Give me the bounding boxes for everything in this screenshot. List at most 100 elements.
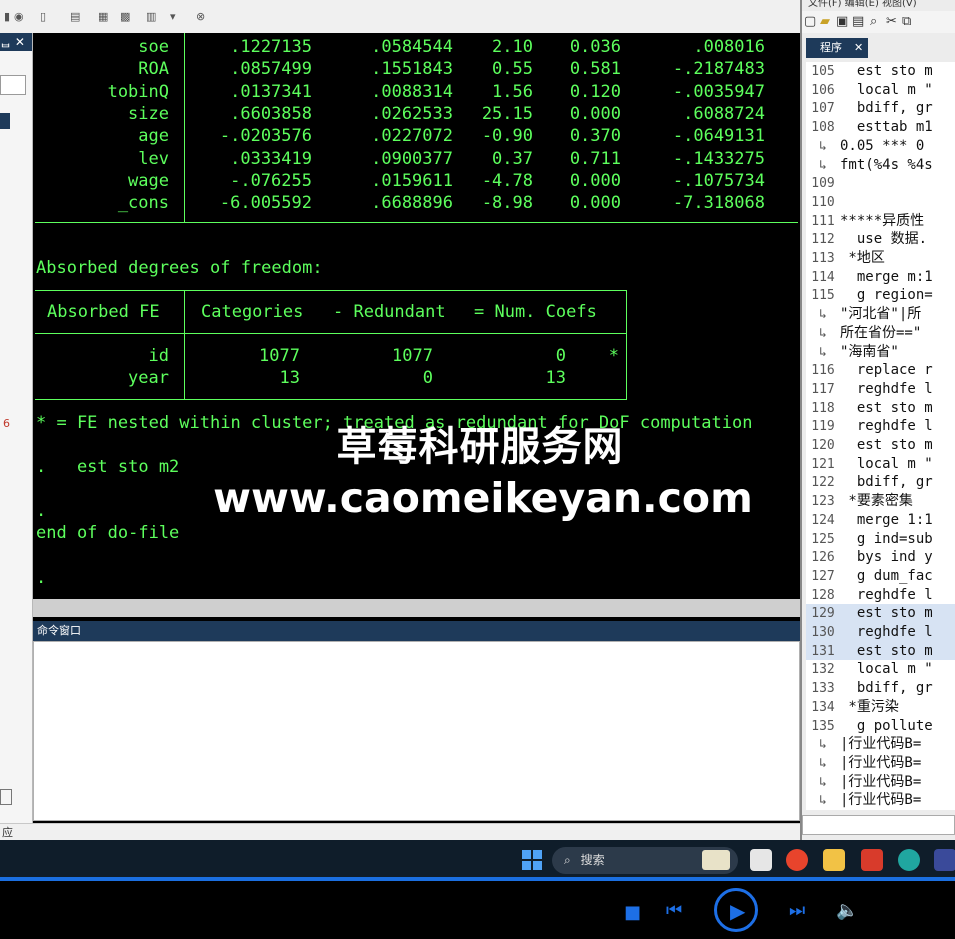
line-number: ↳ — [819, 138, 827, 154]
code-line[interactable]: 134 *重污染 — [806, 698, 955, 717]
coef-cell-var: wage — [128, 170, 169, 191]
play-button[interactable]: ▶ — [714, 888, 758, 932]
code-line[interactable]: ↳ fmt(%4s %4s — [806, 156, 955, 175]
line-text: local m " — [840, 661, 933, 678]
doc-icon[interactable]: ▤ — [70, 10, 84, 26]
coef-cell-p: 0.711 — [569, 148, 621, 169]
code-line[interactable]: 111 *****异质性 — [806, 212, 955, 231]
chrome-icon[interactable] — [786, 849, 808, 871]
copy-icon[interactable]: ⧉ — [902, 14, 911, 29]
save-icon[interactable]: ▣ — [836, 14, 848, 29]
find-icon[interactable]: ⌕ — [870, 14, 877, 29]
code-line[interactable]: 118 est sto m — [806, 399, 955, 418]
data-editor-icon[interactable]: ▥ — [146, 10, 160, 26]
close-icon[interactable]: ✕ — [854, 38, 863, 58]
coef-cell-p: 0.036 — [569, 37, 621, 57]
code-line[interactable]: 130 reghdfe l — [806, 623, 955, 642]
code-line[interactable]: 113 *地区 — [806, 249, 955, 268]
new-file-icon[interactable]: ▢ — [804, 14, 816, 29]
file-explorer-icon[interactable] — [823, 849, 845, 871]
code-line[interactable]: 106 local m " — [806, 81, 955, 100]
task-view-icon[interactable] — [750, 849, 772, 871]
stata-taskbar-icon[interactable] — [934, 849, 955, 871]
code-line[interactable]: 114 merge m:1 — [806, 268, 955, 287]
command-input[interactable] — [33, 641, 800, 821]
code-line[interactable]: 126 bys ind y — [806, 548, 955, 567]
more-icon[interactable]: ▾ — [170, 10, 184, 26]
code-line[interactable]: 117 reghdfe l — [806, 380, 955, 399]
code-line[interactable]: 110 — [806, 193, 955, 212]
break-icon[interactable]: ⊗ — [196, 10, 210, 26]
code-line[interactable]: 133 bdiff, gr — [806, 679, 955, 698]
code-line[interactable]: 107 bdiff, gr — [806, 99, 955, 118]
editor-tab[interactable]: 程序 ✕ — [806, 38, 868, 58]
code-line[interactable]: 135 g pollute — [806, 717, 955, 736]
line-text: merge 1:1 — [840, 511, 933, 528]
editor-menubar[interactable]: 文件(F) 编辑(E) 视图(V) — [808, 0, 955, 10]
line-text: est sto m — [840, 437, 933, 453]
editor-hscrollbar[interactable] — [802, 815, 955, 835]
pdf-reader-icon[interactable] — [861, 849, 883, 871]
line-text: reghdfe l — [840, 586, 933, 603]
line-text: 所在省份==" — [840, 324, 922, 341]
edge-icon[interactable] — [898, 849, 920, 871]
graph-icon[interactable]: ▯ — [40, 10, 54, 26]
code-line[interactable]: 121 local m " — [806, 455, 955, 474]
line-number: ↳ — [819, 793, 827, 809]
code-line[interactable]: ↳ |行业代码B= — [806, 735, 955, 754]
line-text: g region= — [840, 287, 933, 304]
code-line[interactable]: ↳ "海南省" — [806, 343, 955, 362]
code-line[interactable]: ↳ |行业代码B= — [806, 791, 955, 810]
code-line[interactable]: 132 local m " — [806, 660, 955, 679]
code-line[interactable]: 120 est sto m — [806, 436, 955, 455]
code-line[interactable]: 129 est sto m — [806, 604, 955, 623]
fe-cell-redundant: 1077 — [392, 346, 433, 366]
code-line[interactable]: ↳ |行业代码B= — [806, 754, 955, 773]
browse-icon[interactable]: ▩ — [120, 10, 134, 26]
results-scrollbar[interactable] — [33, 599, 800, 617]
line-text: "海南省" — [840, 343, 899, 360]
code-line[interactable]: 105 est sto m — [806, 62, 955, 81]
next-icon[interactable]: ⏭ — [789, 900, 805, 921]
code-line[interactable]: 119 reghdfe l — [806, 417, 955, 436]
code-line[interactable]: 122 bdiff, gr — [806, 473, 955, 492]
code-line[interactable]: 127 g dum_fac — [806, 567, 955, 586]
line-text: local m " — [840, 455, 933, 472]
code-line[interactable]: ↳ |行业代码B= — [806, 773, 955, 792]
volume-icon[interactable]: 🔈 — [836, 900, 858, 921]
code-line[interactable]: 124 merge 1:1 — [806, 511, 955, 530]
line-number: 128 — [811, 587, 835, 603]
code-line[interactable]: ↳ "河北省"|所 — [806, 305, 955, 324]
print-icon[interactable]: ▤ — [852, 14, 864, 29]
code-line[interactable]: ↳ 所在省份==" — [806, 324, 955, 343]
code-line[interactable]: 108 esttab m1 — [806, 118, 955, 137]
stop-icon[interactable]: ■ — [624, 902, 641, 923]
line-text: fmt(%4s %4s — [840, 156, 933, 173]
table-icon[interactable]: ▦ — [98, 10, 112, 26]
previous-icon[interactable]: ⏮ — [666, 900, 682, 921]
code-line[interactable]: 116 replace r — [806, 361, 955, 380]
editor-code-area[interactable]: 105 est sto m 106 local m " 107 bdiff, gr 1… — [806, 62, 955, 810]
code-line[interactable]: 128 reghdfe l — [806, 586, 955, 605]
checkbox[interactable] — [0, 789, 12, 805]
line-number: 114 — [811, 269, 835, 285]
code-line[interactable]: ↳ 0.05 *** 0 — [806, 137, 955, 156]
coef-cell-ci: .008016 — [693, 37, 765, 57]
taskbar-search[interactable]: ⌕ 搜索 — [552, 847, 738, 874]
code-line[interactable]: 125 g ind=sub — [806, 530, 955, 549]
code-line[interactable]: 109 — [806, 174, 955, 193]
panel-tab[interactable] — [0, 113, 10, 129]
code-line[interactable]: 131 est sto m — [806, 641, 955, 661]
line-text: "河北省"|所 — [840, 306, 922, 323]
fe-cell-categories: 13 — [279, 368, 300, 388]
line-number: 106 — [811, 82, 835, 98]
line-number: 135 — [811, 718, 835, 734]
eye-icon[interactable]: ◉ — [14, 10, 28, 26]
cut-icon[interactable]: ✂ — [886, 14, 897, 29]
open-folder-icon[interactable]: ▰ — [820, 14, 830, 29]
coef-cell-p: 0.000 — [569, 170, 621, 191]
code-line[interactable]: 115 g region= — [806, 286, 955, 305]
code-line[interactable]: 112 use 数据. — [806, 230, 955, 249]
code-line[interactable]: 123 *要素密集 — [806, 492, 955, 511]
start-icon[interactable] — [522, 850, 542, 870]
